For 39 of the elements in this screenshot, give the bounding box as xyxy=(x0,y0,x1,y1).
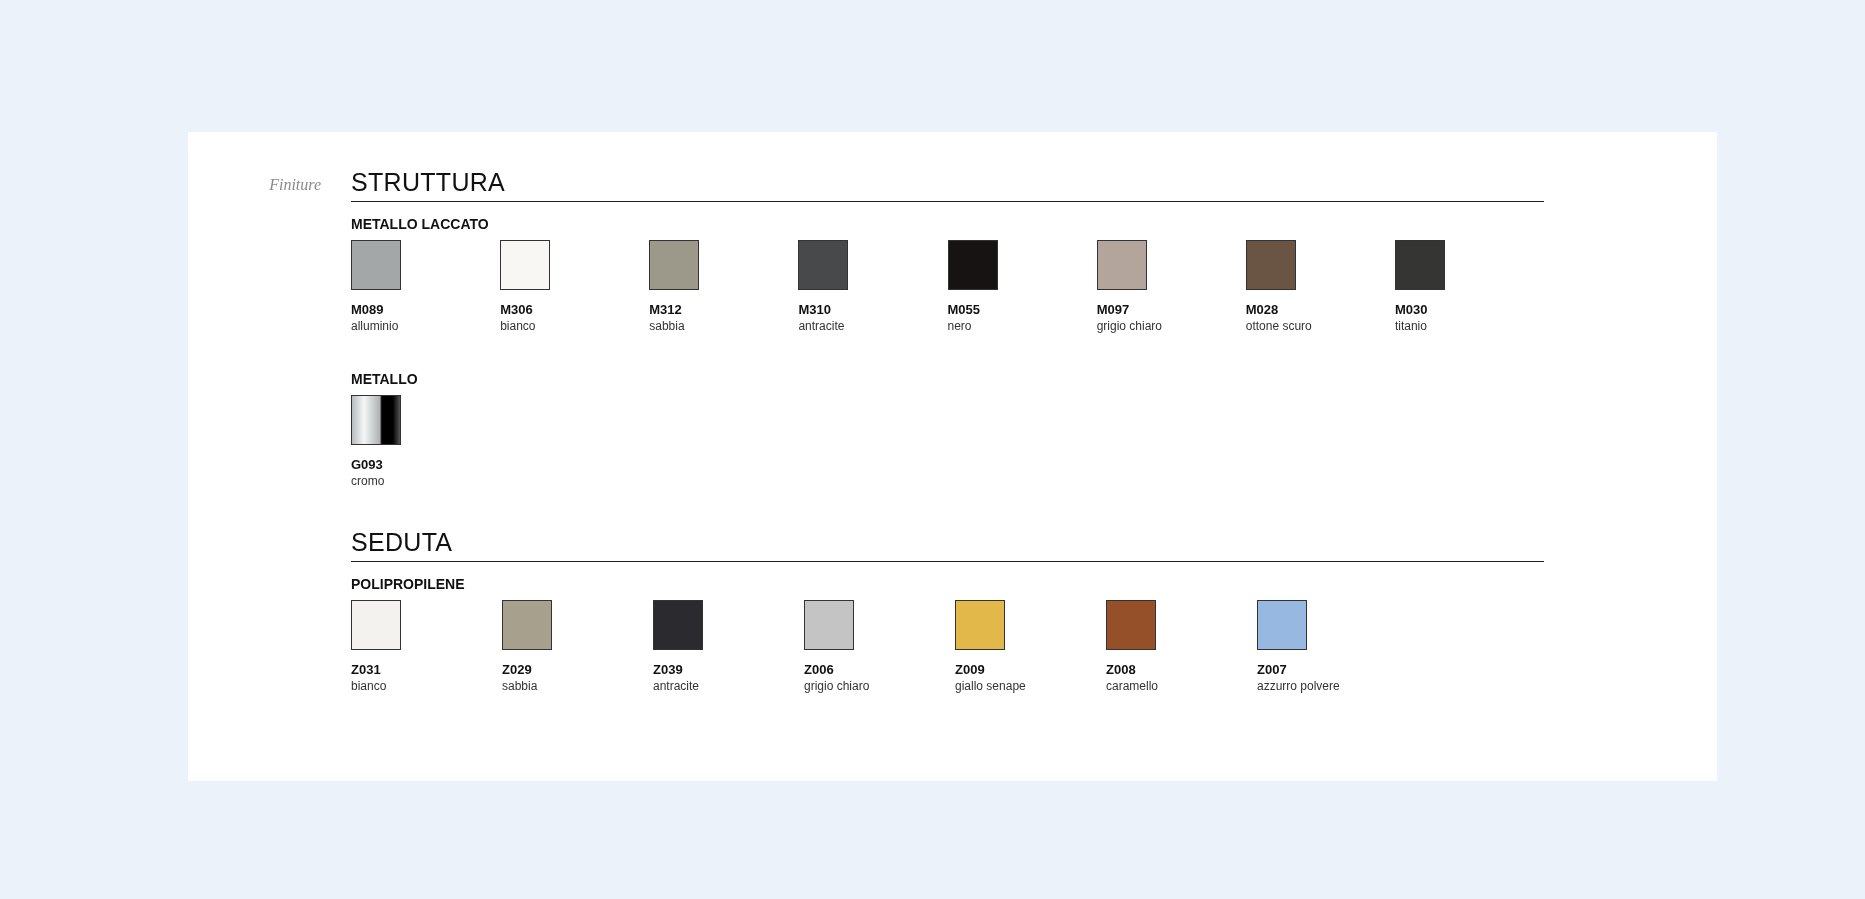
section-label: Finiture xyxy=(268,175,322,194)
swatch-code: Z006 xyxy=(804,662,835,677)
swatch-code: M030 xyxy=(1394,302,1429,317)
swatch-name: sabbia xyxy=(502,679,539,693)
group-heading: METALLO LACCATO xyxy=(351,216,490,232)
color-swatch xyxy=(351,395,401,445)
swatch-name: antracite xyxy=(798,319,846,333)
swatch-code: M028 xyxy=(1245,302,1280,317)
swatch-code: M306 xyxy=(500,302,534,317)
swatch-code: Z031 xyxy=(351,662,382,677)
swatch-code: M312 xyxy=(649,302,683,317)
section-heading: STRUTTURA xyxy=(351,168,1544,202)
swatch-name: alluminio xyxy=(351,319,400,333)
swatch-code: Z008 xyxy=(1106,662,1137,677)
swatch-code: Z039 xyxy=(653,662,684,677)
swatch-name: nero xyxy=(947,319,973,333)
swatch-code: Z009 xyxy=(955,662,986,677)
swatch-name: azzurro polvere xyxy=(1257,679,1341,693)
group-heading: METALLO xyxy=(351,371,419,387)
swatch-name: caramello xyxy=(1106,679,1160,693)
swatch-name: ottone scuro xyxy=(1245,319,1313,333)
swatch-code: G093 xyxy=(351,457,384,472)
group-heading: POLIPROPILENE xyxy=(351,576,466,592)
swatch-code: Z007 xyxy=(1257,662,1288,677)
swatch-code: M097 xyxy=(1096,302,1131,317)
swatch-name: bianco xyxy=(500,319,537,333)
section-heading: SEDUTA xyxy=(351,528,1544,562)
swatch-name: sabbia xyxy=(649,319,686,333)
swatch-code: M055 xyxy=(947,302,982,317)
swatch-name: giallo senape xyxy=(955,679,1027,693)
swatch-name: grigio chiaro xyxy=(1096,319,1163,333)
swatch-code: Z029 xyxy=(502,662,533,677)
swatch-name: titanio xyxy=(1394,319,1428,333)
swatch-code: M089 xyxy=(351,302,385,317)
swatch-name: cromo xyxy=(351,474,386,488)
swatch-code: M310 xyxy=(798,302,832,317)
swatch-name: bianco xyxy=(351,679,388,693)
swatch-name: grigio chiaro xyxy=(804,679,871,693)
swatch-name: antracite xyxy=(653,679,701,693)
